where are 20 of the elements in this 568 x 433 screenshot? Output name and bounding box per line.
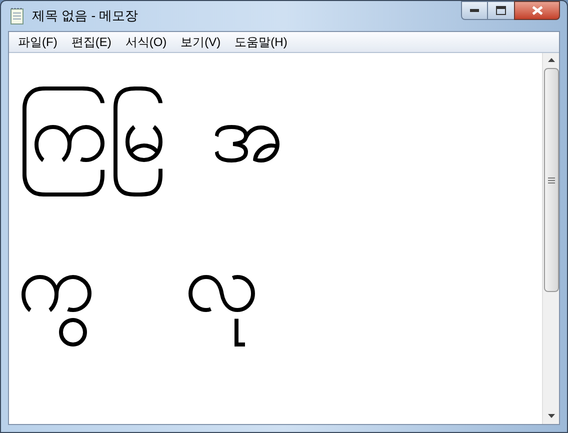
close-icon <box>532 6 542 15</box>
minimize-button[interactable] <box>461 1 488 20</box>
vertical-scrollbar[interactable] <box>542 53 559 424</box>
maximize-icon <box>496 6 506 15</box>
minimize-icon <box>470 9 479 12</box>
scroll-up-arrow-icon[interactable] <box>548 58 554 62</box>
scroll-down-arrow-icon[interactable] <box>548 414 554 418</box>
window-title: 제목 없음 - 메모장 <box>32 7 138 26</box>
scrollbar-thumb[interactable] <box>544 68 558 292</box>
text-line: ကွ လု <box>17 209 258 359</box>
menu-item[interactable]: 편집(E) <box>64 33 118 51</box>
grip-icon <box>548 176 554 184</box>
text-line: ကြမြ အ <box>17 59 284 209</box>
notepad-icon <box>9 7 25 25</box>
menu-item[interactable]: 보기(V) <box>174 33 228 51</box>
menu-item[interactable]: 파일(F) <box>11 33 64 51</box>
menu-item[interactable]: 서식(O) <box>118 33 174 51</box>
menu-item[interactable]: 도움말(H) <box>228 33 294 51</box>
close-button[interactable] <box>514 1 560 20</box>
maximize-button[interactable] <box>488 1 514 20</box>
